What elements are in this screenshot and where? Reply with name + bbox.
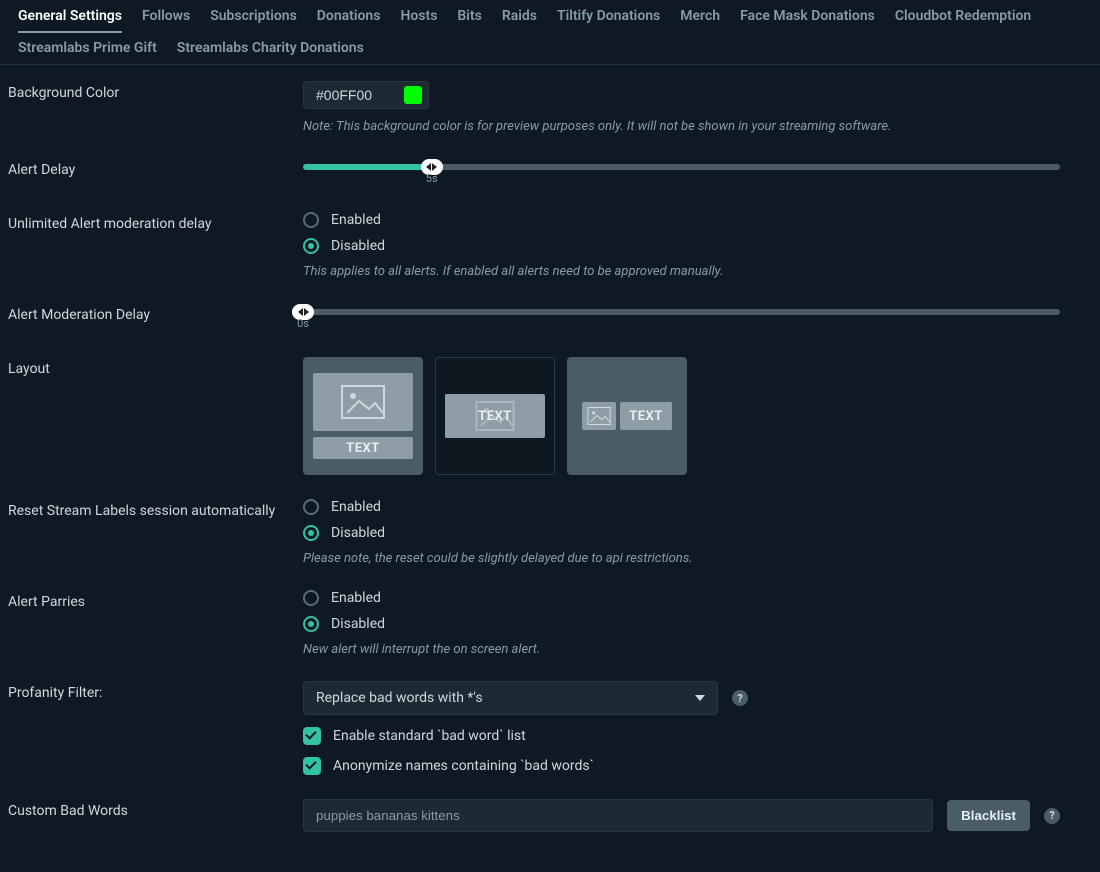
background-color-input[interactable]	[303, 81, 429, 109]
text-placeholder: TEXT	[620, 402, 672, 430]
reset-stream-enabled-radio[interactable]: Enabled	[303, 499, 1060, 515]
image-icon: TEXT	[445, 394, 545, 438]
layout-option-image-above-text[interactable]: TEXT	[303, 357, 423, 475]
radio-icon	[303, 590, 319, 606]
image-icon	[313, 373, 413, 431]
tab-cloudbot-redemption[interactable]: Cloudbot Redemption	[885, 0, 1041, 32]
tab-face-mask-donations[interactable]: Face Mask Donations	[730, 0, 885, 32]
profanity-filter-label: Profanity Filter:	[8, 681, 303, 701]
custom-bad-words-input[interactable]	[303, 799, 933, 832]
checkbox-icon	[303, 757, 321, 775]
blacklist-button[interactable]: Blacklist	[947, 800, 1030, 831]
tab-general-settings[interactable]: General Settings	[8, 0, 132, 32]
radio-icon	[303, 238, 319, 254]
radio-label: Enabled	[331, 212, 381, 228]
unlimited-moderation-label: Unlimited Alert moderation delay	[8, 212, 303, 232]
alert-moderation-delay-value: 0s	[297, 317, 309, 330]
custom-bad-words-label: Custom Bad Words	[8, 799, 303, 819]
radio-icon	[303, 525, 319, 541]
tab-streamlabs-charity-donations[interactable]: Streamlabs Charity Donations	[167, 32, 374, 64]
unlimited-moderation-help: This applies to all alerts. If enabled a…	[303, 264, 1060, 279]
chevron-down-icon	[695, 695, 705, 701]
alert-delay-label: Alert Delay	[8, 158, 303, 178]
alert-parries-label: Alert Parries	[8, 590, 303, 610]
layout-options: TEXT TEXT TEXT	[303, 357, 1060, 475]
image-icon	[582, 402, 616, 430]
radio-icon	[303, 212, 319, 228]
radio-label: Enabled	[331, 590, 381, 606]
layout-option-image-beside-text[interactable]: TEXT	[567, 357, 687, 475]
radio-label: Enabled	[331, 499, 381, 515]
color-swatch-icon[interactable]	[404, 86, 422, 104]
alert-delay-value: 5s	[426, 172, 438, 185]
checkbox-label: Enable standard `bad word` list	[333, 728, 526, 744]
enable-standard-badword-checkbox[interactable]: Enable standard `bad word` list	[303, 727, 1060, 745]
alert-moderation-delay-label: Alert Moderation Delay	[8, 303, 303, 323]
tab-bits[interactable]: Bits	[447, 0, 491, 32]
help-icon[interactable]: ?	[732, 690, 748, 706]
background-color-field[interactable]	[314, 86, 394, 104]
radio-label: Disabled	[331, 525, 385, 541]
radio-label: Disabled	[331, 616, 385, 632]
anonymize-names-checkbox[interactable]: Anonymize names containing `bad words`	[303, 757, 1060, 775]
tab-merch[interactable]: Merch	[670, 0, 730, 32]
tab-hosts[interactable]: Hosts	[390, 0, 447, 32]
reset-stream-disabled-radio[interactable]: Disabled	[303, 525, 1060, 541]
text-placeholder: TEXT	[313, 437, 413, 459]
tab-raids[interactable]: Raids	[492, 0, 547, 32]
layout-label: Layout	[8, 357, 303, 377]
general-settings-form: Background Color Note: This background c…	[0, 65, 1100, 872]
reset-stream-help: Please note, the reset could be slightly…	[303, 551, 1060, 566]
checkbox-icon	[303, 727, 321, 745]
alert-parries-help: New alert will interrupt the on screen a…	[303, 642, 1060, 657]
unlimited-moderation-disabled-radio[interactable]: Disabled	[303, 238, 1060, 254]
alert-delay-slider[interactable]: 5s	[303, 158, 1060, 188]
background-color-label: Background Color	[8, 81, 303, 101]
layout-option-text-on-image[interactable]: TEXT	[435, 357, 555, 475]
reset-stream-labels-label: Reset Stream Labels session automaticall…	[8, 499, 303, 519]
text-placeholder: TEXT	[478, 409, 512, 424]
alert-parries-disabled-radio[interactable]: Disabled	[303, 616, 1060, 632]
checkbox-label: Anonymize names containing `bad words`	[333, 758, 594, 774]
help-icon[interactable]: ?	[1044, 808, 1060, 824]
radio-icon	[303, 499, 319, 515]
tab-tiltify-donations[interactable]: Tiltify Donations	[547, 0, 670, 32]
tab-follows[interactable]: Follows	[132, 0, 200, 32]
settings-tabs: General Settings Follows Subscriptions D…	[0, 0, 1100, 65]
radio-icon	[303, 616, 319, 632]
profanity-filter-value: Replace bad words with *'s	[316, 690, 483, 706]
tab-subscriptions[interactable]: Subscriptions	[200, 0, 307, 32]
background-color-note: Note: This background color is for previ…	[303, 119, 1060, 134]
tab-streamlabs-prime-gift[interactable]: Streamlabs Prime Gift	[8, 32, 167, 64]
profanity-filter-select[interactable]: Replace bad words with *'s	[303, 681, 718, 715]
tab-donations[interactable]: Donations	[307, 0, 391, 32]
alert-parries-enabled-radio[interactable]: Enabled	[303, 590, 1060, 606]
alert-moderation-delay-slider[interactable]: 0s	[303, 303, 1060, 333]
unlimited-moderation-enabled-radio[interactable]: Enabled	[303, 212, 1060, 228]
radio-label: Disabled	[331, 238, 385, 254]
